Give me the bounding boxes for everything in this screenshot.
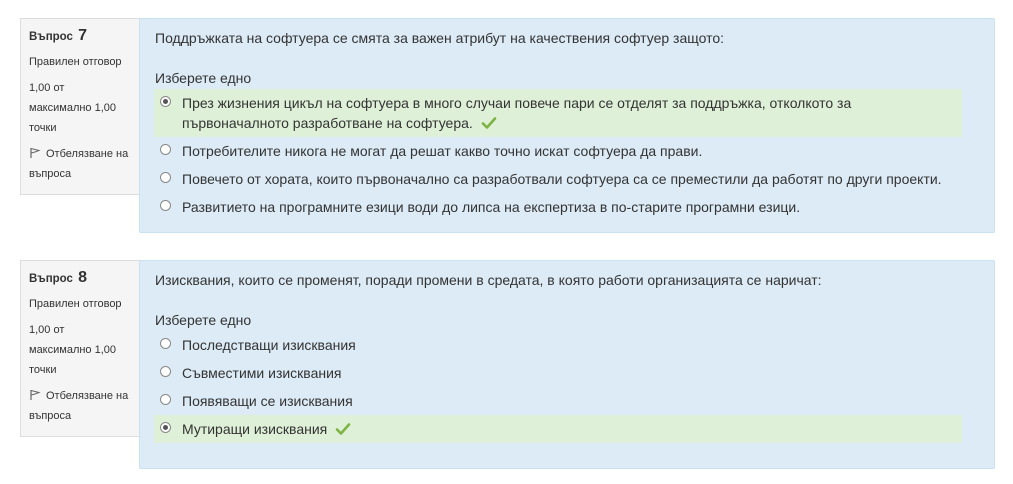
answer-option[interactable]: През жизнения цикъл на софтуера в много … <box>154 89 962 137</box>
answer-option[interactable]: Последстващи изисквания <box>154 331 962 359</box>
question-info: Въпрос 8 Правилен отговор 1,00 от максим… <box>20 260 142 437</box>
answer-label: Последстващи изисквания <box>182 337 356 353</box>
question-number: Въпрос 8 <box>29 269 141 288</box>
flag-label[interactable]: Отбелязване на въпроса <box>29 390 128 422</box>
answer-label: Появяващи се изисквания <box>182 393 353 409</box>
answer-label: Съвместими изисквания <box>182 365 342 381</box>
flag-question-link[interactable]: Отбелязване на въпроса <box>29 386 129 426</box>
radio-button[interactable] <box>160 200 171 211</box>
checkmark-icon <box>335 423 351 435</box>
checkmark-icon <box>481 117 496 129</box>
answer-label: През жизнения цикъл на софтуера в много … <box>182 95 852 131</box>
answer-options: През жизнения цикъл на софтуера в много … <box>154 89 962 221</box>
question-number-value: 8 <box>78 269 88 286</box>
radio-button[interactable] <box>160 394 171 405</box>
answer-prompt: Изберете едно <box>155 312 252 328</box>
answer-label: Потребителите никога не могат да решат к… <box>182 143 703 159</box>
answer-prompt: Изберете едно <box>155 70 252 86</box>
radio-button[interactable] <box>160 172 171 183</box>
question-number: Въпрос 7 <box>29 27 141 46</box>
answer-option[interactable]: Съвместими изисквания <box>154 359 962 387</box>
answer-option[interactable]: Развитието на програмните езици води до … <box>154 193 962 221</box>
radio-button[interactable] <box>160 366 171 377</box>
answer-option[interactable]: Появяващи се изисквания <box>154 387 962 415</box>
radio-button[interactable] <box>160 338 171 349</box>
question-content: Поддръжката на софтуера се смята за важе… <box>139 18 995 233</box>
question-state: Правилен отговор <box>29 56 122 68</box>
question-label: Въпрос <box>29 31 73 43</box>
answer-option[interactable]: Мутиращи изисквания <box>154 415 962 443</box>
question-text: Изисквания, които се променят, поради пр… <box>155 272 822 288</box>
answer-options: Последстващи изисквания Съвместими изиск… <box>154 331 962 443</box>
question-info: Въпрос 7 Правилен отговор 1,00 от максим… <box>20 18 142 195</box>
answer-label: Развитието на програмните езици води до … <box>182 199 801 215</box>
question-text: Поддръжката на софтуера се смята за важе… <box>155 30 725 46</box>
flag-icon <box>30 148 41 158</box>
flag-icon <box>30 390 41 400</box>
question-content: Изисквания, които се променят, поради пр… <box>139 260 995 469</box>
answer-option[interactable]: Потребителите никога не могат да решат к… <box>154 137 962 165</box>
question-number-value: 7 <box>78 27 88 44</box>
question-state: Правилен отговор <box>29 298 122 310</box>
answer-label: Мутиращи изисквания <box>182 421 328 437</box>
question-grade: 1,00 от максимално 1,00 точки <box>29 324 117 376</box>
flag-question-link[interactable]: Отбелязване на въпроса <box>29 144 129 184</box>
radio-button[interactable] <box>160 422 171 433</box>
radio-button[interactable] <box>160 144 171 155</box>
answer-label: Повечето от хората, които първоначално с… <box>182 171 942 187</box>
question-label: Въпрос <box>29 273 73 285</box>
answer-option[interactable]: Повечето от хората, които първоначално с… <box>154 165 962 193</box>
radio-button[interactable] <box>160 96 171 107</box>
question-grade: 1,00 от максимално 1,00 точки <box>29 82 117 134</box>
flag-label[interactable]: Отбелязване на въпроса <box>29 148 128 180</box>
